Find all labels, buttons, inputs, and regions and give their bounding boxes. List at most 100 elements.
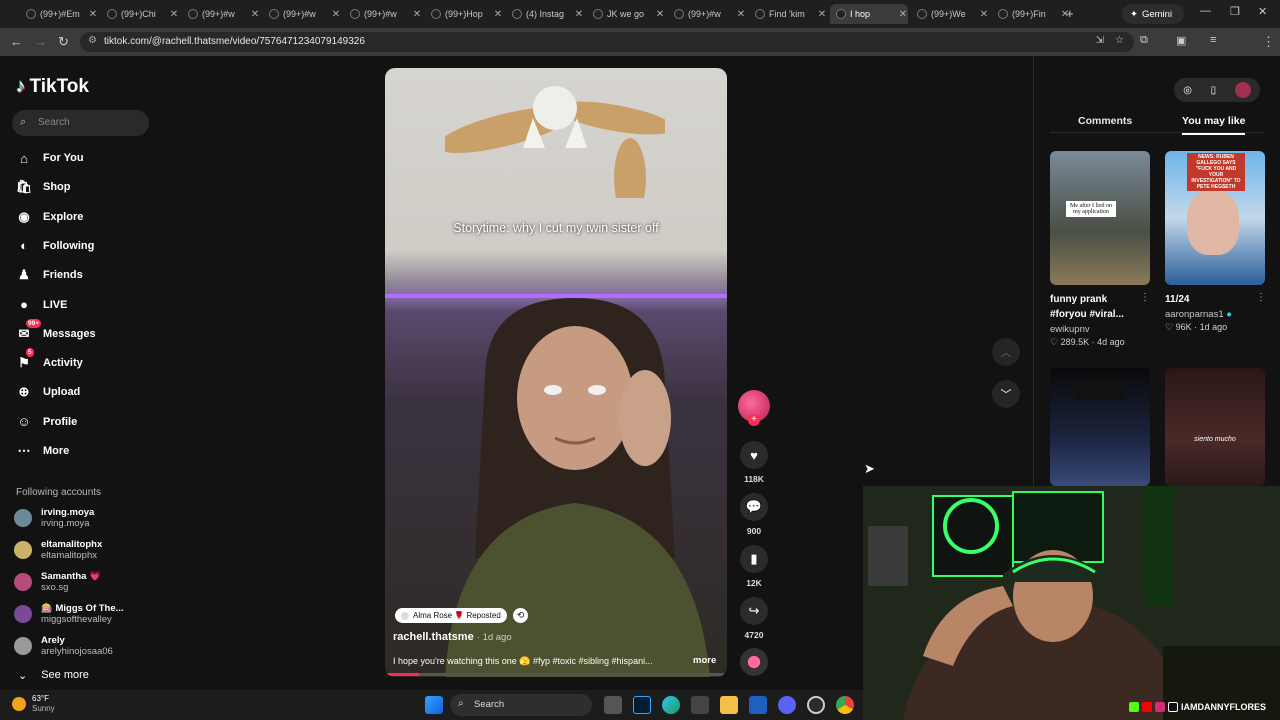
tab-close-icon[interactable]: ✕ (331, 9, 341, 20)
nav-item-friends[interactable]: ♟ Friends (16, 264, 83, 286)
tab-close-icon[interactable]: ✕ (898, 9, 908, 20)
install-app-icon[interactable]: ⇲ (1096, 35, 1104, 46)
tab-close-icon[interactable]: ✕ (493, 9, 503, 20)
tab-close-icon[interactable]: ✕ (979, 9, 989, 20)
nav-item-shop[interactable]: 🛍 Shop (16, 176, 71, 198)
new-tab-button[interactable]: + (1066, 6, 1074, 21)
compass-icon[interactable]: ◎ (1183, 85, 1192, 96)
video-player[interactable]: Storytime: why I cut my twin sister off … (385, 68, 727, 677)
browser-menu-icon[interactable]: ⋮ (1262, 34, 1275, 50)
file-explorer-icon[interactable] (720, 696, 738, 714)
sidepanel-icon[interactable]: ▣ (1176, 34, 1186, 47)
video-author-name[interactable]: rachell.thatsme (393, 631, 474, 643)
video-progress-bar[interactable] (385, 673, 727, 676)
app-icon[interactable] (749, 696, 767, 714)
share-icon[interactable]: ↪ (740, 597, 768, 625)
media-control-icon[interactable]: ≡ (1210, 34, 1216, 46)
browser-tab[interactable]: (99+)#w ✕ (263, 4, 341, 24)
next-video-icon[interactable]: ﹀ (992, 380, 1020, 408)
following-account[interactable]: eltamalitophx eltamalitophx (14, 537, 102, 563)
browser-tab[interactable]: I hop ✕ (830, 4, 908, 24)
tab-comments[interactable]: Comments (1078, 115, 1132, 133)
extensions-icon[interactable]: ⧉ (1140, 34, 1148, 47)
obs-icon[interactable] (807, 696, 825, 714)
reload-icon[interactable]: ↻ (58, 34, 69, 50)
nav-item-for-you[interactable]: ⌂ For You (16, 147, 83, 169)
nav-item-profile[interactable]: ☺ Profile (16, 411, 77, 433)
following-account[interactable]: Arely arelyhinojosaa06 (14, 633, 113, 659)
phone-icon[interactable]: ▯ (1211, 85, 1217, 96)
discord-icon[interactable] (778, 696, 796, 714)
sound-disc-icon[interactable] (740, 648, 768, 676)
weather-widget[interactable]: 63°F Sunny (12, 694, 55, 714)
recommended-video-thumb[interactable]: NEWS: RUBEN GALLEGO SAYS "FUCK YOU AND Y… (1165, 151, 1265, 285)
heart-icon[interactable]: ♥ (740, 441, 768, 469)
tab-close-icon[interactable]: ✕ (574, 9, 584, 20)
search-input[interactable]: ⌕ Search (12, 110, 149, 136)
browser-tab[interactable]: (99+)Hop ✕ (425, 4, 503, 24)
recommended-video-thumb[interactable]: Me after I lied on my application (1050, 151, 1150, 285)
photoshop-icon[interactable] (633, 696, 651, 714)
nav-item-live[interactable]: ● LIVE (16, 294, 67, 316)
video-author[interactable]: rachell.thatsme · 1d ago (393, 631, 512, 643)
thumb-menu-icon[interactable]: ⋮ (1256, 292, 1266, 303)
nav-item-activity[interactable]: ⚑ 5 Activity (16, 348, 83, 374)
tab-close-icon[interactable]: ✕ (250, 9, 260, 20)
browser-tab[interactable]: (99+)We ✕ (911, 4, 989, 24)
repost-icon[interactable]: ⟲ (513, 608, 528, 623)
user-avatar[interactable] (1234, 82, 1251, 98)
maximize-button[interactable]: ❐ (1230, 5, 1240, 18)
browser-tab[interactable]: Find 'kim ✕ (749, 4, 827, 24)
browser-tab[interactable]: (4) Instag ✕ (506, 4, 584, 24)
recommended-video-thumb[interactable] (1050, 368, 1150, 486)
nav-item-upload[interactable]: ⊕ Upload (16, 381, 81, 403)
following-account[interactable]: Samantha 💗 sxo.sg (14, 569, 101, 595)
minimize-button[interactable]: — (1200, 5, 1211, 17)
browser-tab[interactable]: (99+)#w ✕ (344, 4, 422, 24)
description-more-button[interactable]: more (693, 655, 716, 666)
tab-close-icon[interactable]: ✕ (412, 9, 422, 20)
browser-tab[interactable]: (99+)#w ✕ (182, 4, 260, 24)
tab-close-icon[interactable]: ✕ (655, 9, 665, 20)
browser-tab[interactable]: (99+)#Em ✕ (20, 4, 98, 24)
gemini-button[interactable]: ✦ Gemini (1122, 4, 1184, 24)
follow-plus-icon[interactable]: + (748, 414, 760, 426)
repost-chip[interactable]: Alma Rose 🌹 Reposted (395, 608, 507, 623)
thumb-user[interactable]: ewikupnv (1050, 324, 1090, 335)
previous-video-icon[interactable]: ︿ (992, 338, 1020, 366)
nav-item-following[interactable]: ◐ Following (16, 235, 94, 257)
tab-close-icon[interactable]: ✕ (88, 9, 98, 20)
url-bar[interactable]: ⚙ tiktok.com/@rachell.thatsme/video/7576… (80, 32, 1134, 52)
back-icon[interactable]: ← (10, 34, 23, 49)
nav-item-explore[interactable]: ◉ Explore (16, 206, 83, 228)
following-account[interactable]: irving.moya irving.moya (14, 505, 94, 531)
site-info-icon[interactable]: ⚙ (88, 35, 97, 46)
bookmark-star-icon[interactable]: ☆ (1115, 35, 1124, 46)
store-icon[interactable] (691, 696, 709, 714)
recommended-video-thumb[interactable]: siento mucho (1165, 368, 1265, 486)
browser-tab[interactable]: (99+)Fin ✕ (992, 4, 1070, 24)
taskbar-search[interactable]: ⌕ Search (450, 694, 592, 716)
thumb-title[interactable]: 11/24 (1165, 292, 1189, 307)
tab-close-icon[interactable]: ✕ (169, 9, 179, 20)
tiktok-logo[interactable]: ♪ TikTok (16, 76, 89, 98)
task-view-icon[interactable] (604, 696, 622, 714)
nav-item-messages[interactable]: ✉ 99+ Messages (16, 318, 96, 345)
following-account[interactable]: 🎰 Miggs Of The... miggsofthevalley (14, 601, 124, 627)
bookmark-icon[interactable]: ▮ (740, 545, 768, 573)
thumb-menu-icon[interactable]: ⋮ (1140, 292, 1150, 303)
thumb-user[interactable]: aaronparnas1 ● (1165, 309, 1232, 320)
chrome-icon[interactable] (836, 696, 854, 714)
tab-close-icon[interactable]: ✕ (736, 9, 746, 20)
browser-tab[interactable]: (99+)Chi ✕ (101, 4, 179, 24)
edge-icon[interactable] (662, 696, 680, 714)
comment-icon[interactable]: 💬 (740, 493, 768, 521)
see-more-button[interactable]: ⌄ See more (18, 669, 89, 682)
nav-item-more[interactable]: ⋯ More (16, 440, 70, 462)
forward-icon[interactable]: → (34, 34, 47, 49)
thumb-title[interactable]: funny prank #foryou #viral... (1050, 292, 1130, 322)
browser-tab[interactable]: (99+)#w ✕ (668, 4, 746, 24)
tab-close-icon[interactable]: ✕ (817, 9, 827, 20)
windows-start-icon[interactable] (425, 696, 443, 714)
close-window-button[interactable]: ✕ (1258, 5, 1267, 18)
